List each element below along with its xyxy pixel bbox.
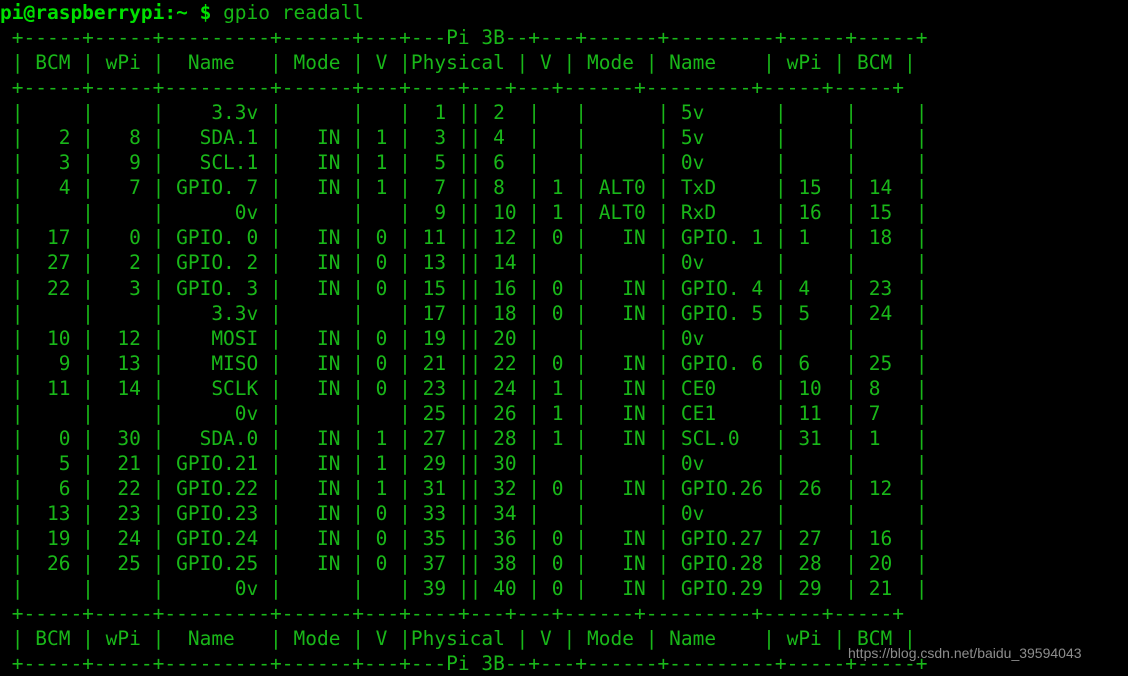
table-row: | 11 | 14 | SCLK | IN | 0 | 23 || 24 | 1… [0,376,928,400]
table-row: | 9 | 13 | MISO | IN | 0 | 21 || 22 | 0 … [0,351,928,375]
shell-prompt-user-host: pi@raspberrypi:~ $ [0,1,212,24]
table-header-row: | BCM | wPi | Name | Mode | V |Physical … [0,51,916,75]
table-row: | 4 | 7 | GPIO. 7 | IN | 1 | 7 || 8 | 1 … [0,176,928,200]
table-row: | 6 | 22 | GPIO.22 | IN | 1 | 31 || 32 |… [0,476,928,500]
table-footer-row: | BCM | wPi | Name | Mode | V |Physical … [0,627,916,651]
table-row: | 2 | 8 | SDA.1 | IN | 1 | 3 || 4 | | | … [0,126,928,150]
table-row: | 5 | 21 | GPIO.21 | IN | 1 | 29 || 30 |… [0,451,928,475]
table-row: | 26 | 25 | GPIO.25 | IN | 0 | 37 || 38 … [0,552,928,576]
table-row: | | | 0v | | | 25 || 26 | 1 | IN | CE1 |… [0,401,928,425]
table-header-separator: +-----+-----+---------+------+---+----+-… [0,76,904,100]
table-row: | | | 0v | | | 39 || 40 | 0 | IN | GPIO.… [0,577,928,601]
table-row: | 3 | 9 | SCL.1 | IN | 1 | 5 || 6 | | | … [0,151,928,175]
table-top-border: +-----+-----+---------+------+---+---Pi … [0,26,928,50]
table-row: | | | 0v | | | 9 || 10 | 1 | ALT0 | RxD … [0,201,928,225]
table-row: | 13 | 23 | GPIO.23 | IN | 0 | 33 || 34 … [0,501,928,525]
shell-command-text: gpio readall [211,1,364,24]
shell-prompt-line: pi@raspberrypi:~ $ gpio readall [0,0,1128,25]
table-row: | 22 | 3 | GPIO. 3 | IN | 0 | 15 || 16 |… [0,276,928,300]
table-footer-separator: +-----+-----+---------+------+---+----+-… [0,602,904,626]
table-row: | 17 | 0 | GPIO. 0 | IN | 0 | 11 || 12 |… [0,226,928,250]
table-row: | | | 3.3v | | | 17 || 18 | 0 | IN | GPI… [0,301,928,325]
table-bottom-border: +-----+-----+---------+------+---+---Pi … [0,652,928,676]
table-row: | 0 | 30 | SDA.0 | IN | 1 | 27 || 28 | 1… [0,426,928,450]
table-row: | 10 | 12 | MOSI | IN | 0 | 19 || 20 | |… [0,326,928,350]
table-row: | 19 | 24 | GPIO.24 | IN | 0 | 35 || 36 … [0,526,928,550]
gpio-pin-table-body: | | | 3.3v | | | 1 || 2 | | | 5v | | | |… [0,100,1128,601]
table-row: | | | 3.3v | | | 1 || 2 | | | 5v | | | [0,101,928,125]
table-row: | 27 | 2 | GPIO. 2 | IN | 0 | 13 || 14 |… [0,251,928,275]
terminal-window[interactable]: pi@raspberrypi:~ $ gpio readall +-----+-… [0,0,1128,676]
